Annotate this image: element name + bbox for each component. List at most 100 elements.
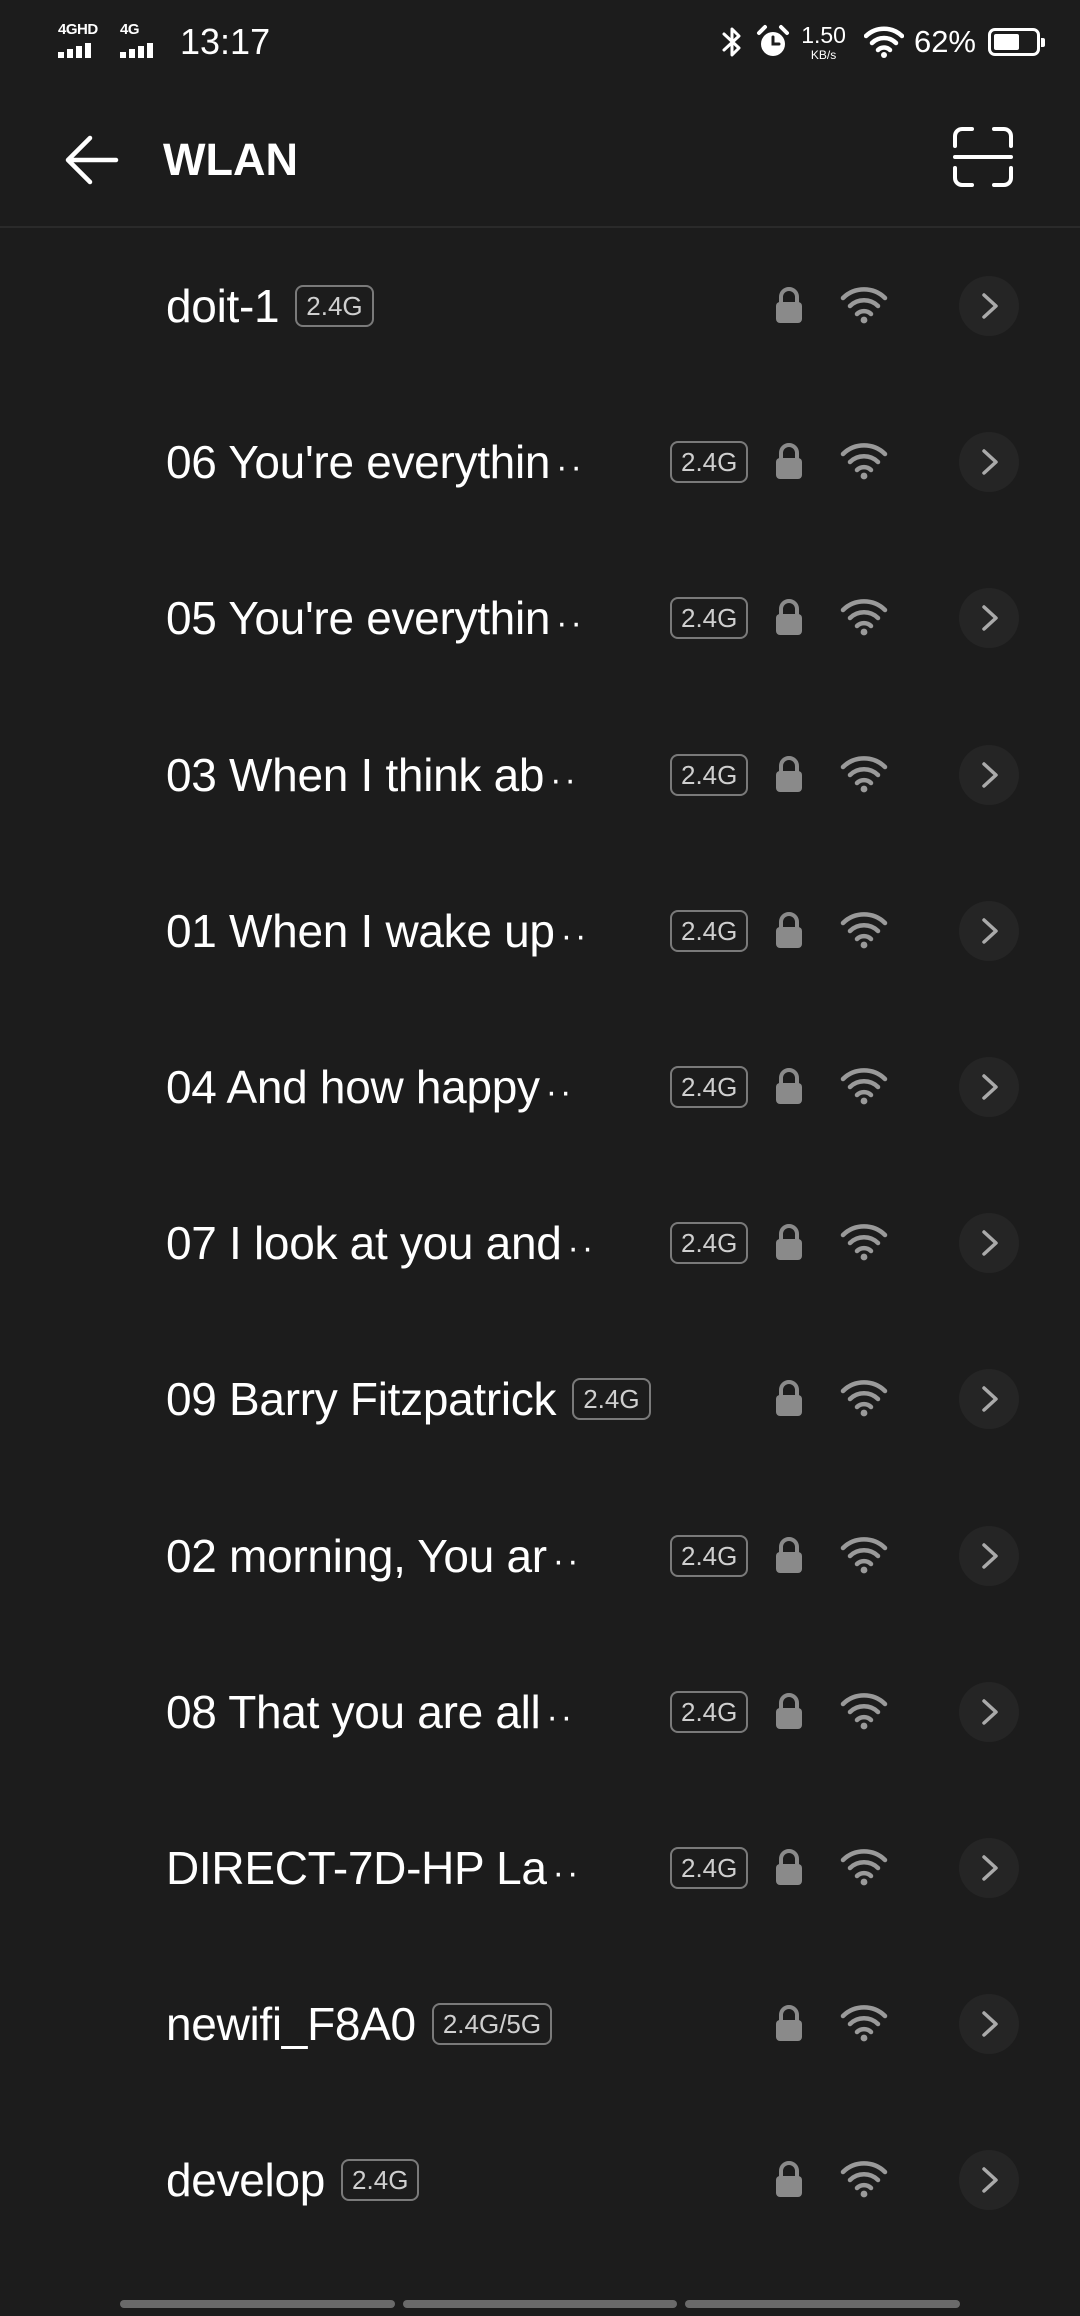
wifi-network-item[interactable]: 02 morning, You ar 2.4G <box>0 1478 1080 1634</box>
speed-unit: KB/s <box>810 47 837 62</box>
network-details-button[interactable] <box>959 1369 1019 1430</box>
lock-icon <box>774 1379 804 1417</box>
lock-icon <box>774 2004 804 2042</box>
lock-icon <box>774 1848 804 1886</box>
wifi-signal-icon <box>840 1536 888 1574</box>
wifi-signal-icon <box>840 598 888 636</box>
app-header: WLAN <box>0 84 1080 228</box>
wifi-signal-icon <box>840 2160 888 2198</box>
network-name-group: 03 When I think ab <box>166 697 579 853</box>
wifi-network-item[interactable]: 09 Barry Fitzpatrick 2.4G <box>0 1321 1080 1477</box>
status-bar: 4GHD 4G 13:17 1.50 KB/s 62% <box>0 0 1080 84</box>
network-name-group: 07 I look at you and <box>166 1165 596 1321</box>
network-ssid: doit-1 <box>166 280 280 333</box>
status-left: 4GHD 4G 13:17 <box>58 18 270 66</box>
scan-qr-button[interactable] <box>952 126 1014 188</box>
wifi-signal-icon <box>840 755 888 793</box>
network-ssid: newifi_F8A0 <box>166 1998 416 2051</box>
wifi-signal-icon <box>840 442 888 480</box>
wifi-network-item[interactable]: 08 That you are all 2.4G <box>0 1634 1080 1790</box>
network-ssid: 08 That you are all <box>166 1685 575 1739</box>
wifi-signal-icon <box>840 1067 888 1105</box>
lock-icon <box>774 1223 804 1261</box>
signal-icon: 4GHD <box>58 20 106 64</box>
battery-icon <box>988 28 1045 56</box>
wifi-network-list: doit-12.4G06 You're everythin2.4G05 You'… <box>0 228 1080 2258</box>
network-ssid: 06 You're everythin <box>166 435 585 489</box>
network-name-group: newifi_F8A0 2.4G/5G <box>166 1946 553 2102</box>
band-badge: 2.4G <box>670 1222 749 1265</box>
wifi-signal-icon <box>840 286 888 324</box>
back-button[interactable] <box>62 130 122 190</box>
network-details-button[interactable] <box>959 1681 1019 1742</box>
lock-icon <box>774 2160 804 2198</box>
network-name-group: 04 And how happy <box>166 1009 574 1165</box>
network-details-button[interactable] <box>959 432 1019 493</box>
battery-percent: 62% <box>913 24 976 59</box>
arrow-left-icon <box>65 135 119 185</box>
network-details-button[interactable] <box>959 1057 1019 1118</box>
wifi-network-item[interactable]: 05 You're everythin 2.4G <box>0 540 1080 696</box>
band-badge: 2.4G <box>670 441 749 484</box>
band-badge: 2.4G <box>670 909 749 952</box>
wifi-network-item[interactable]: newifi_F8A0 2.4G/5G <box>0 1946 1080 2102</box>
network-type-label-2: 4G <box>120 21 140 38</box>
network-details-button[interactable] <box>959 276 1019 337</box>
speed-value: 1.50 <box>801 21 846 48</box>
lock-icon <box>774 598 804 636</box>
network-details-button[interactable] <box>959 744 1019 805</box>
alarm-icon <box>757 25 790 56</box>
network-details-button[interactable] <box>959 1837 1019 1898</box>
lock-icon <box>774 911 804 949</box>
network-name-group: doit-1 2.4G <box>166 228 374 384</box>
wifi-network-item[interactable]: 04 And how happy 2.4G <box>0 1009 1080 1165</box>
wifi-network-item[interactable]: 03 When I think ab 2.4G <box>0 697 1080 853</box>
band-badge: 2.4G <box>670 597 749 640</box>
network-details-button[interactable] <box>959 900 1019 961</box>
network-ssid: 04 And how happy <box>166 1060 574 1114</box>
bluetooth-icon <box>722 27 741 57</box>
network-ssid: 02 morning, You ar <box>166 1529 581 1583</box>
band-badge: 2.4G <box>670 753 749 796</box>
page-title: WLAN <box>163 134 298 185</box>
network-details-button[interactable] <box>959 1994 1019 2055</box>
wifi-signal-icon <box>840 1692 888 1730</box>
wifi-network-item[interactable]: develop 2.4G <box>0 2102 1080 2258</box>
band-badge: 2.4G <box>295 285 374 328</box>
network-name-group: 02 morning, You ar <box>166 1478 581 1634</box>
network-name-group: DIRECT-7D-HP La <box>166 1790 581 1946</box>
band-badge: 2.4G/5G <box>431 2003 553 2046</box>
battery-level <box>994 34 1019 50</box>
wifi-network-item[interactable]: 07 I look at you and 2.4G <box>0 1165 1080 1321</box>
wifi-network-item[interactable]: DIRECT-7D-HP La 2.4G <box>0 1790 1080 1946</box>
wifi-network-item[interactable]: doit-1 2.4G <box>0 228 1080 384</box>
network-details-button[interactable] <box>959 1525 1019 1586</box>
lock-icon <box>774 1536 804 1574</box>
network-details-button[interactable] <box>959 1213 1019 1274</box>
band-badge: 2.4G <box>670 1066 749 1109</box>
band-badge: 2.4G <box>572 1378 651 1421</box>
band-badge: 2.4G <box>341 2159 420 2202</box>
network-details-button[interactable] <box>959 2150 1019 2211</box>
network-speed: 1.50 KB/s <box>801 21 846 62</box>
band-badge: 2.4G <box>670 1690 749 1733</box>
network-ssid: 07 I look at you and <box>166 1216 596 1270</box>
network-ssid: 01 When I wake up <box>166 904 589 958</box>
signal-icon-2: 4G <box>120 20 160 64</box>
lock-icon <box>774 1067 804 1105</box>
network-name-group: develop 2.4G <box>166 2102 420 2258</box>
wifi-network-item[interactable]: 01 When I wake up 2.4G <box>0 853 1080 1009</box>
wifi-signal-icon <box>840 1848 888 1886</box>
wifi-signal-icon <box>840 1223 888 1261</box>
clock: 13:17 <box>180 21 271 62</box>
network-ssid: develop <box>166 2154 326 2207</box>
wifi-status-icon <box>863 26 904 58</box>
network-name-group: 09 Barry Fitzpatrick 2.4G <box>166 1321 651 1477</box>
lock-icon <box>774 286 804 324</box>
network-ssid: DIRECT-7D-HP La <box>166 1841 581 1895</box>
scan-icon <box>953 127 1013 187</box>
network-details-button[interactable] <box>959 588 1019 649</box>
lock-icon <box>774 1692 804 1730</box>
network-name-group: 08 That you are all <box>166 1634 575 1790</box>
wifi-network-item[interactable]: 06 You're everythin 2.4G <box>0 384 1080 540</box>
